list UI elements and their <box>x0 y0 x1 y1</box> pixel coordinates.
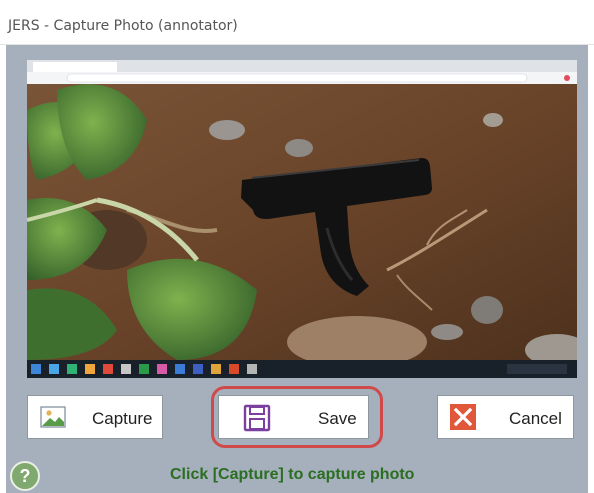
status-message: Click [Capture] to capture photo <box>170 466 415 483</box>
image-icon <box>40 404 66 430</box>
capture-button-label: Capture <box>92 409 153 428</box>
close-icon <box>450 404 476 430</box>
floppy-disk-icon <box>243 404 271 432</box>
cancel-button[interactable]: Cancel <box>437 395 574 439</box>
cancel-button-label: Cancel <box>509 409 562 428</box>
title-bar: JERS - Capture Photo (annotator) <box>0 10 594 45</box>
help-icon[interactable]: ? <box>10 461 40 491</box>
captured-photo-preview <box>27 60 577 378</box>
capture-button[interactable]: Capture <box>27 395 163 439</box>
save-button-label: Save <box>318 409 357 428</box>
save-button[interactable]: Save <box>218 395 369 439</box>
cropped-top-strip <box>0 0 594 10</box>
window-title: JERS - Capture Photo (annotator) <box>8 18 238 34</box>
